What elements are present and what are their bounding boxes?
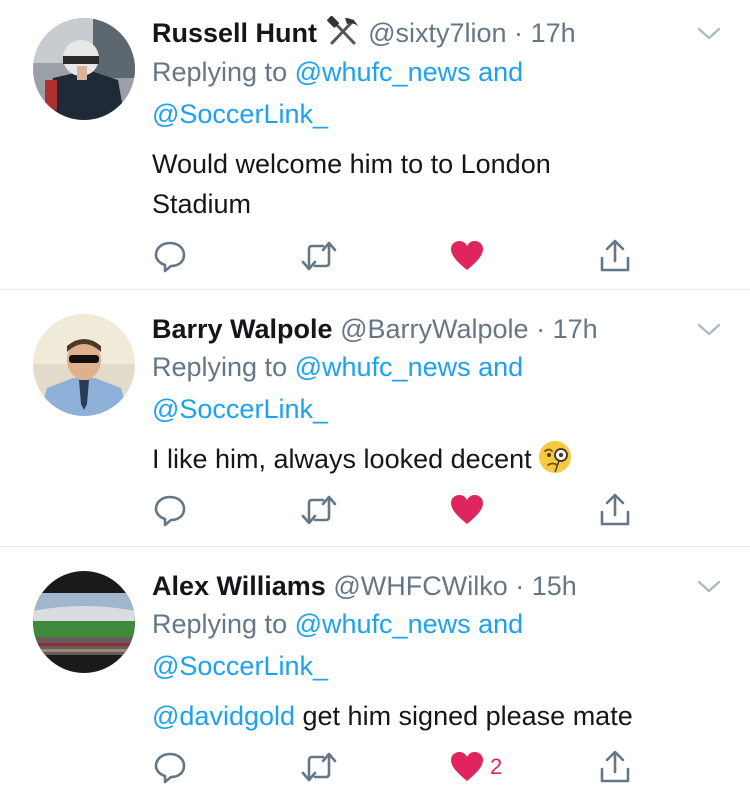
separator-dot: · [536, 314, 546, 344]
share-button[interactable] [598, 236, 632, 276]
timestamp[interactable]: 17h [553, 314, 598, 344]
share-icon [600, 750, 630, 783]
tweet[interactable]: Barry Walpole @BarryWalpole · 17h Replyi… [0, 290, 750, 546]
tweet-header: Alex Williams @WHFCWilko · 15h [152, 569, 577, 603]
mention-link[interactable]: @SoccerLink_ [152, 651, 328, 681]
replying-to: Replying to @whufc_news and @SoccerLink_ [152, 346, 712, 430]
heart-icon [451, 495, 483, 524]
reply-button[interactable] [152, 747, 188, 787]
timestamp[interactable]: 15h [532, 571, 577, 601]
share-icon [600, 239, 630, 272]
retweet-icon [301, 752, 337, 782]
display-name[interactable]: Barry Walpole [152, 314, 333, 344]
display-name[interactable]: Russell Hunt [152, 18, 317, 48]
avatar[interactable] [33, 314, 135, 416]
face-with-monocle-icon [538, 440, 572, 485]
tweet-actions: 2 [152, 747, 652, 787]
replying-to: Replying to @whufc_news and @SoccerLink_ [152, 51, 712, 135]
and-link[interactable]: and [478, 57, 523, 87]
chevron-down-icon[interactable] [696, 320, 722, 340]
tweet-header: Barry Walpole @BarryWalpole · 17h [152, 312, 598, 346]
and-link[interactable]: and [478, 352, 523, 382]
replying-to-label: Replying to [152, 352, 288, 382]
chevron-down-icon[interactable] [696, 24, 722, 44]
hammer-and-pick-icon [326, 15, 359, 54]
tweet-text-content: I like him, always looked decent [152, 444, 532, 474]
mention-link[interactable]: @whufc_news [295, 609, 471, 639]
like-button[interactable] [450, 490, 490, 530]
reply-button[interactable] [152, 236, 188, 276]
avatar[interactable] [33, 18, 135, 120]
replying-to: Replying to @whufc_news and @SoccerLink_ [152, 603, 712, 687]
share-button[interactable] [598, 747, 632, 787]
share-icon [600, 493, 630, 526]
tweet[interactable]: Russell Hunt @sixty7lion · 17h Replying … [0, 0, 750, 290]
retweet-icon [301, 495, 337, 525]
tweet-text: @davidgold get him signed please mate [152, 696, 712, 736]
tweet-text: I like him, always looked decent [152, 439, 712, 485]
avatar[interactable] [33, 571, 135, 673]
retweet-button[interactable] [300, 747, 338, 787]
like-count: 2 [490, 754, 503, 779]
tweet-header: Russell Hunt @sixty7lion · 17h [152, 15, 576, 54]
heart-icon [451, 241, 483, 270]
display-name[interactable]: Alex Williams [152, 571, 326, 601]
separator-dot: · [514, 18, 524, 48]
tweet-text: Would welcome him to to London Stadium [152, 149, 551, 219]
retweet-button[interactable] [300, 236, 338, 276]
user-handle[interactable]: @WHFCWilko [333, 571, 507, 601]
mention-link[interactable]: @SoccerLink_ [152, 99, 328, 129]
tweet[interactable]: Alex Williams @WHFCWilko · 15h Replying … [0, 547, 750, 785]
share-button[interactable] [598, 490, 632, 530]
timestamp[interactable]: 17h [531, 18, 576, 48]
replying-to-label: Replying to [152, 57, 288, 87]
mention-link[interactable]: @whufc_news [295, 352, 471, 382]
reply-icon [154, 495, 186, 527]
mention-link[interactable]: @SoccerLink_ [152, 394, 328, 424]
tweet-actions [152, 490, 652, 530]
retweet-button[interactable] [300, 490, 338, 530]
and-link[interactable]: and [478, 609, 523, 639]
separator-dot: · [515, 571, 525, 601]
user-handle[interactable]: @BarryWalpole [340, 314, 528, 344]
mention-link[interactable]: @davidgold [152, 701, 295, 731]
mention-link[interactable]: @whufc_news [295, 57, 471, 87]
tweet-actions [152, 236, 652, 276]
reply-icon [154, 752, 186, 784]
user-handle[interactable]: @sixty7lion [368, 18, 506, 48]
reply-button[interactable] [152, 490, 188, 530]
retweet-icon [301, 241, 337, 271]
heart-icon [451, 752, 483, 781]
like-button[interactable]: 2 [450, 747, 502, 787]
reply-icon [154, 241, 186, 273]
chevron-down-icon[interactable] [696, 577, 722, 597]
replying-to-label: Replying to [152, 609, 288, 639]
tweet-text-content: get him signed please mate [295, 701, 633, 731]
like-button[interactable] [450, 236, 490, 276]
